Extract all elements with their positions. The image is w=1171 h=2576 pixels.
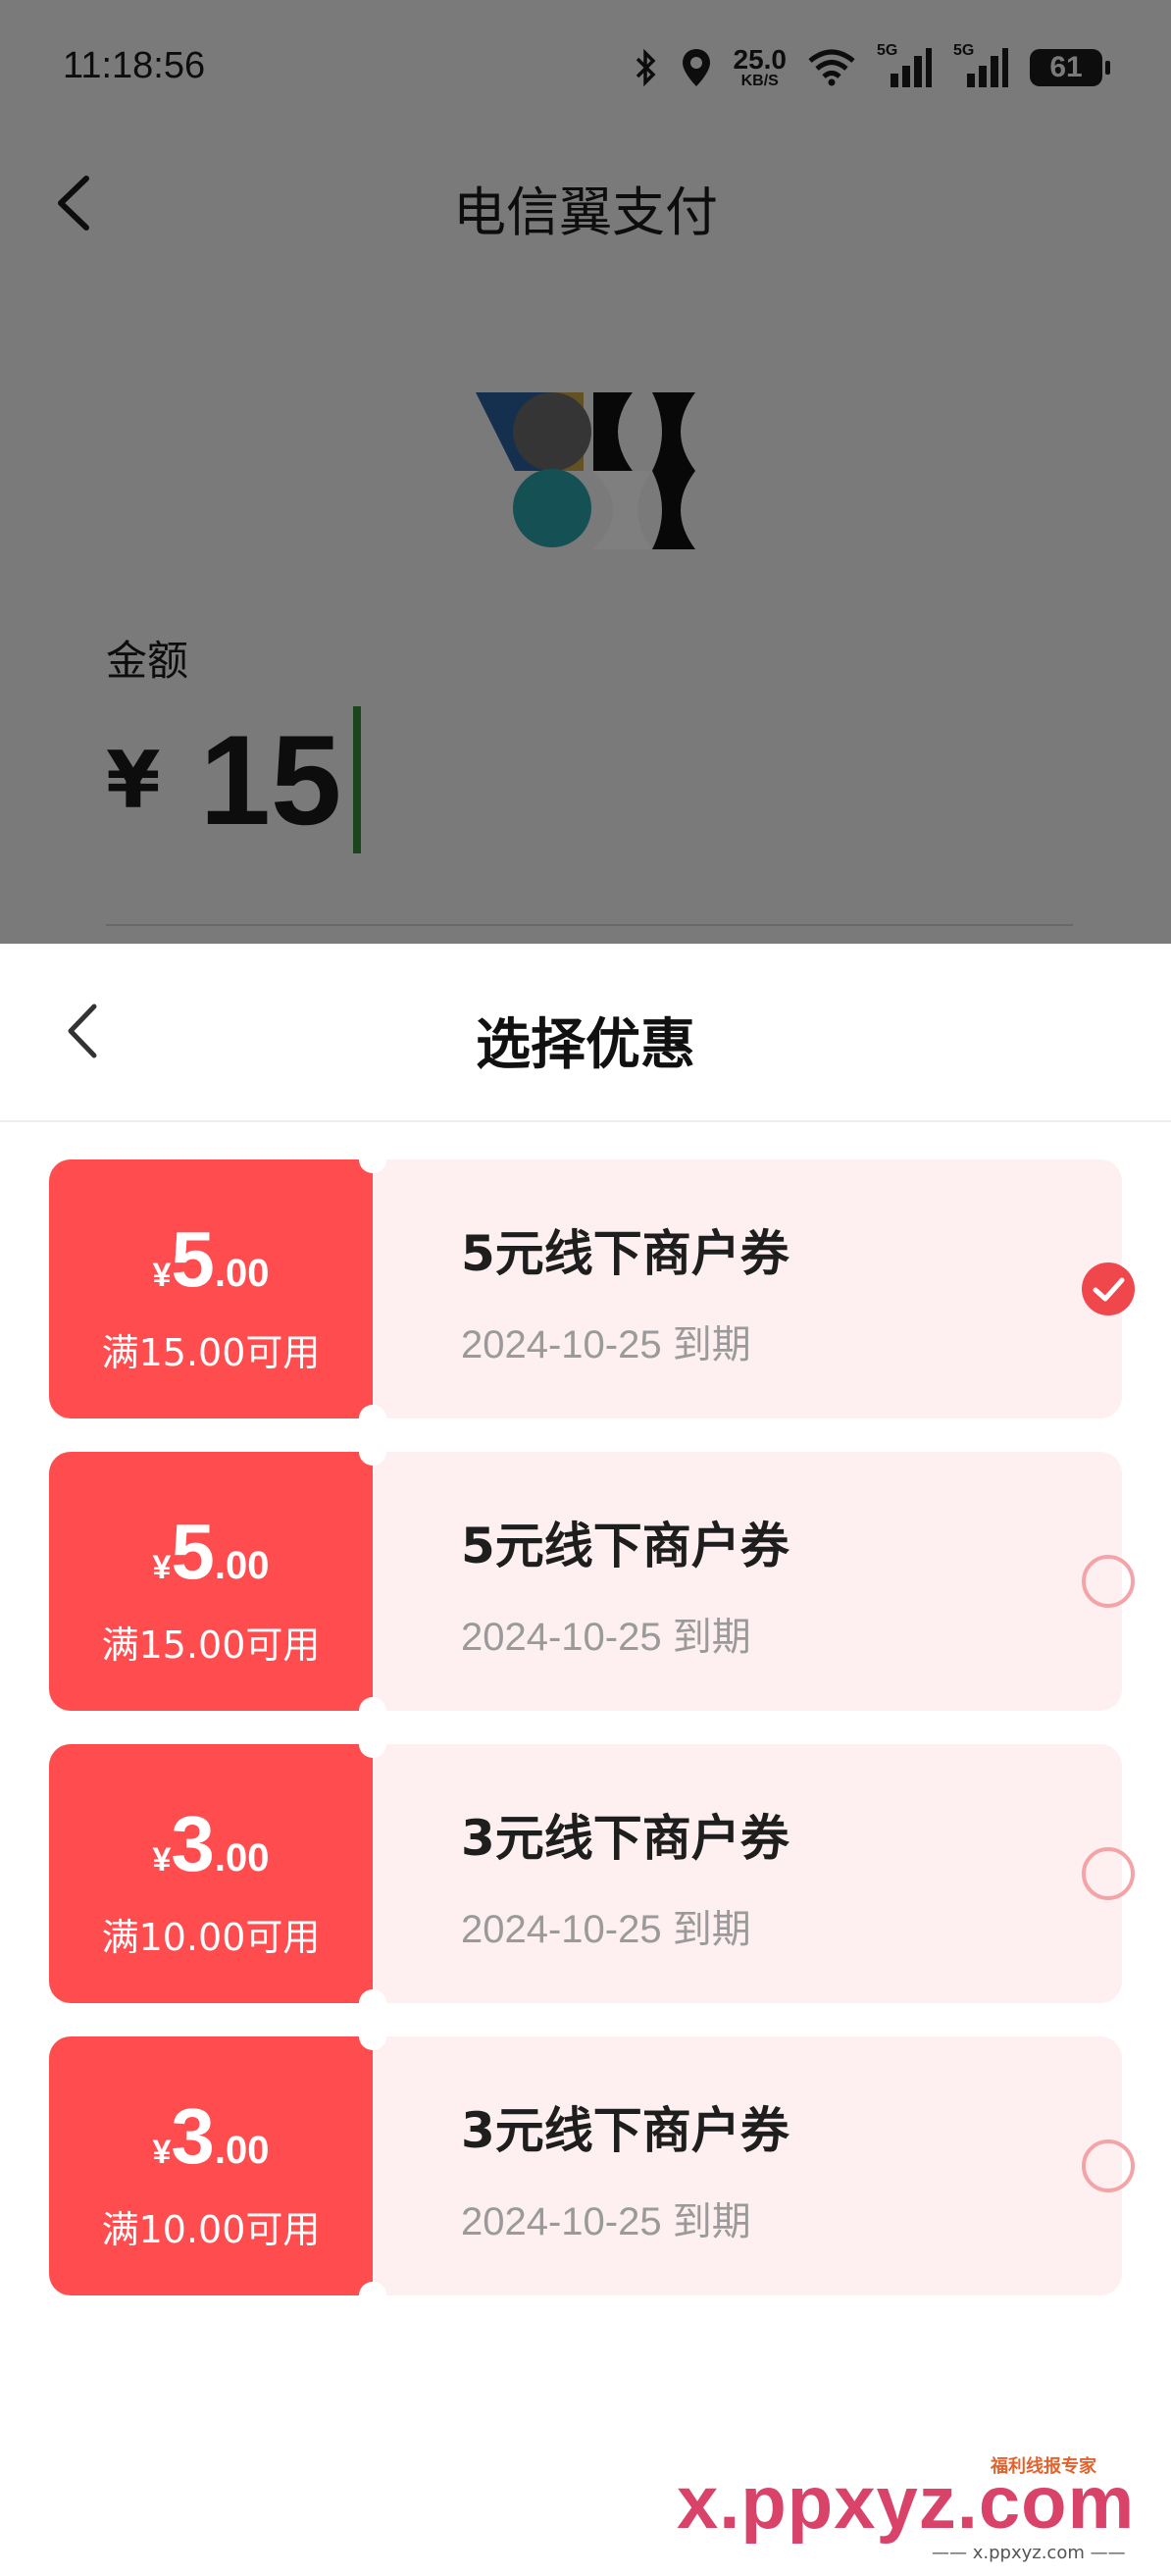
watermark-subtext: —— x.ppxyz.com —— [932, 2543, 1126, 2563]
coupon-notch [359, 1697, 386, 1725]
coupon-notch [359, 1989, 386, 2017]
coupon-info-panel: 3元线下商户券 2024-10-25 到期 [373, 1744, 1135, 2003]
coupon-expiry: 2024-10-25 到期 [461, 1616, 751, 1659]
coupon-amount-integer: 3 [171, 1800, 215, 1887]
coupon-price: ¥ 5 .00 [49, 1513, 373, 1591]
coupon-name: 5元线下商户券 [461, 1518, 789, 1574]
checkmark-selected-icon[interactable] [1081, 1262, 1136, 1316]
watermark-logo: x.ppxyz.com [677, 2461, 1136, 2545]
coupon-expiry: 2024-10-25 到期 [461, 1908, 751, 1951]
coupon-info-panel: 3元线下商户券 2024-10-25 到期 [373, 2036, 1135, 2295]
dim-overlay[interactable] [0, 0, 1171, 944]
coupon-notch [359, 1405, 386, 1432]
coupon-currency: ¥ [152, 1549, 172, 1586]
coupon-notch [359, 2023, 386, 2050]
coupon-amount-decimal: .00 [214, 2129, 270, 2172]
coupon-value-panel: ¥ 3 .00 满10.00可用 [49, 2036, 373, 2295]
coupon-name: 3元线下商户券 [461, 1810, 789, 1867]
coupon-sheet: 选择优惠 ¥ 5 .00 满15.00可用 5元线下商户券 2024-10-25… [0, 944, 1171, 2576]
coupon-price: ¥ 3 .00 [49, 2097, 373, 2176]
coupon-condition: 满10.00可用 [101, 2208, 321, 2251]
coupon-value-panel: ¥ 3 .00 满10.00可用 [49, 1744, 373, 2003]
coupon-condition: 满15.00可用 [101, 1331, 321, 1374]
radio-unselected-icon[interactable] [1081, 1554, 1136, 1609]
coupon-name: 5元线下商户券 [461, 1225, 789, 1282]
coupon-currency: ¥ [152, 1257, 172, 1294]
coupon-name: 3元线下商户券 [461, 2102, 789, 2159]
coupon-card[interactable]: ¥ 5 .00 满15.00可用 5元线下商户券 2024-10-25 到期 [49, 1146, 1135, 1432]
coupon-info-panel: 5元线下商户券 2024-10-25 到期 [373, 1159, 1135, 1418]
coupon-notch [359, 2282, 386, 2309]
coupon-expiry: 2024-10-25 到期 [461, 2200, 751, 2243]
coupon-amount-integer: 3 [171, 2092, 215, 2180]
sheet-title: 选择优惠 [476, 1013, 695, 1077]
coupon-condition: 满10.00可用 [101, 1916, 321, 1959]
coupon-amount-decimal: .00 [214, 1836, 270, 1880]
coupon-notch [359, 1438, 386, 1466]
coupon-card[interactable]: ¥ 3 .00 满10.00可用 3元线下商户券 2024-10-25 到期 [49, 1730, 1135, 2017]
radio-unselected-icon[interactable] [1081, 1846, 1136, 1901]
coupon-notch [359, 1146, 386, 1173]
coupon-currency: ¥ [152, 2134, 172, 2171]
coupon-amount-decimal: .00 [214, 1252, 270, 1295]
radio-unselected-icon[interactable] [1081, 2138, 1136, 2193]
coupon-value-panel: ¥ 5 .00 满15.00可用 [49, 1159, 373, 1418]
coupon-value-panel: ¥ 5 .00 满15.00可用 [49, 1452, 373, 1711]
coupon-currency: ¥ [152, 1841, 172, 1879]
watermark: 福利线报专家 x.ppxyz.com —— x.ppxyz.com —— [677, 2452, 1147, 2563]
coupon-card[interactable]: ¥ 3 .00 满10.00可用 3元线下商户券 2024-10-25 到期 [49, 2023, 1135, 2309]
coupon-amount-integer: 5 [171, 1508, 215, 1595]
coupon-expiry: 2024-10-25 到期 [461, 1323, 751, 1366]
coupon-notch [359, 1730, 386, 1758]
coupon-amount-integer: 5 [171, 1215, 215, 1303]
coupon-price: ¥ 5 .00 [49, 1220, 373, 1299]
coupon-amount-decimal: .00 [214, 1544, 270, 1587]
coupon-price: ¥ 3 .00 [49, 1805, 373, 1883]
coupon-condition: 满15.00可用 [101, 1623, 321, 1667]
coupon-info-panel: 5元线下商户券 2024-10-25 到期 [373, 1452, 1135, 1711]
coupon-card[interactable]: ¥ 5 .00 满15.00可用 5元线下商户券 2024-10-25 到期 [49, 1438, 1135, 1725]
sheet-header: 选择优惠 [0, 944, 1171, 1122]
